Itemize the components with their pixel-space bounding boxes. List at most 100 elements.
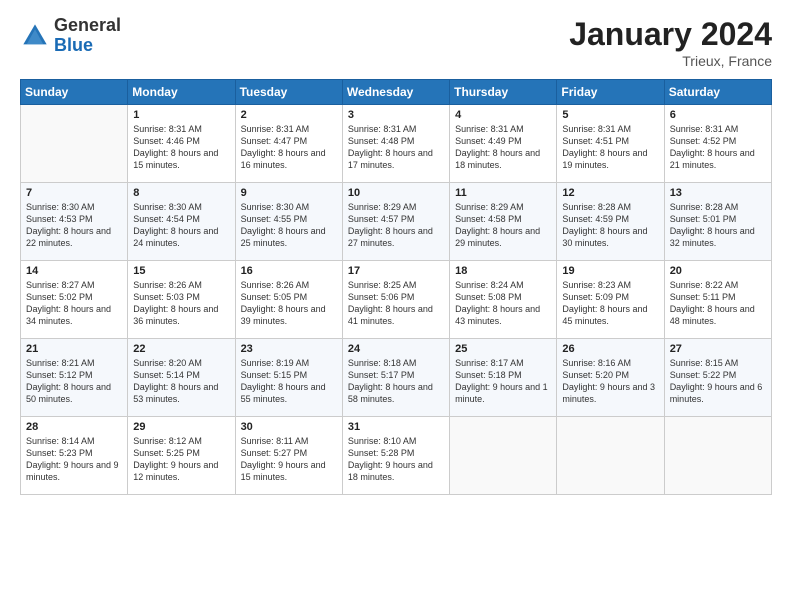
week-row-1: 1 Sunrise: 8:31 AMSunset: 4:46 PMDaylight… bbox=[21, 105, 772, 183]
cell-info: Sunrise: 8:26 AMSunset: 5:03 PMDaylight:… bbox=[133, 279, 229, 328]
calendar-cell: 16Sunrise: 8:26 AMSunset: 5:05 PMDayligh… bbox=[235, 261, 342, 339]
weekday-header-row: SundayMondayTuesdayWednesdayThursdayFrid… bbox=[21, 80, 772, 105]
calendar-cell: 13Sunrise: 8:28 AMSunset: 5:01 PMDayligh… bbox=[664, 183, 771, 261]
cell-info: Sunrise: 8:31 AMSunset: 4:47 PMDaylight:… bbox=[241, 123, 337, 172]
day-number: 27 bbox=[670, 343, 766, 355]
calendar-cell: 31Sunrise: 8:10 AMSunset: 5:28 PMDayligh… bbox=[342, 417, 449, 495]
cell-info: Sunrise: 8:28 AMSunset: 4:59 PMDaylight:… bbox=[562, 201, 658, 250]
calendar-cell: 2 Sunrise: 8:31 AMSunset: 4:47 PMDaylight… bbox=[235, 105, 342, 183]
calendar-cell: 29 Sunrise: 8:12 AMSunset: 5:25 PMDayligh… bbox=[128, 417, 235, 495]
header: General Blue January 2024 Trieux, France bbox=[20, 16, 772, 69]
calendar-cell: 17Sunrise: 8:25 AMSunset: 5:06 PMDayligh… bbox=[342, 261, 449, 339]
calendar-cell: 24 Sunrise: 8:18 AMSunset: 5:17 PMDayligh… bbox=[342, 339, 449, 417]
cell-info: Sunrise: 8:24 AMSunset: 5:08 PMDaylight:… bbox=[455, 279, 551, 328]
day-number: 6 bbox=[670, 109, 766, 121]
logo: General Blue bbox=[20, 16, 121, 56]
day-number: 18 bbox=[455, 265, 551, 277]
calendar-cell: 21Sunrise: 8:21 AMSunset: 5:12 PMDayligh… bbox=[21, 339, 128, 417]
day-number: 12 bbox=[562, 187, 658, 199]
calendar-cell bbox=[664, 417, 771, 495]
cell-info: Sunrise: 8:14 AMSunset: 5:23 PMDaylight:… bbox=[26, 435, 122, 484]
page: General Blue January 2024 Trieux, France… bbox=[0, 0, 792, 612]
cell-info: Sunrise: 8:31 AMSunset: 4:51 PMDaylight:… bbox=[562, 123, 658, 172]
cell-info: Sunrise: 8:27 AMSunset: 5:02 PMDaylight:… bbox=[26, 279, 122, 328]
cell-info: Sunrise: 8:31 AMSunset: 4:48 PMDaylight:… bbox=[348, 123, 444, 172]
cell-info: Sunrise: 8:31 AMSunset: 4:49 PMDaylight:… bbox=[455, 123, 551, 172]
weekday-header-saturday: Saturday bbox=[664, 80, 771, 105]
calendar-cell: 27 Sunrise: 8:15 AMSunset: 5:22 PMDayligh… bbox=[664, 339, 771, 417]
calendar-cell: 11 Sunrise: 8:29 AMSunset: 4:58 PMDayligh… bbox=[450, 183, 557, 261]
day-number: 20 bbox=[670, 265, 766, 277]
week-row-2: 7 Sunrise: 8:30 AMSunset: 4:53 PMDaylight… bbox=[21, 183, 772, 261]
weekday-header-thursday: Thursday bbox=[450, 80, 557, 105]
day-number: 3 bbox=[348, 109, 444, 121]
calendar-cell bbox=[557, 417, 664, 495]
day-number: 26 bbox=[562, 343, 658, 355]
cell-info: Sunrise: 8:16 AMSunset: 5:20 PMDaylight:… bbox=[562, 357, 658, 406]
calendar-cell: 14 Sunrise: 8:27 AMSunset: 5:02 PMDayligh… bbox=[21, 261, 128, 339]
day-number: 10 bbox=[348, 187, 444, 199]
day-number: 14 bbox=[26, 265, 122, 277]
day-number: 4 bbox=[455, 109, 551, 121]
calendar-cell: 30 Sunrise: 8:11 AMSunset: 5:27 PMDayligh… bbox=[235, 417, 342, 495]
weekday-header-monday: Monday bbox=[128, 80, 235, 105]
calendar-cell: 19Sunrise: 8:23 AMSunset: 5:09 PMDayligh… bbox=[557, 261, 664, 339]
calendar-cell: 4 Sunrise: 8:31 AMSunset: 4:49 PMDaylight… bbox=[450, 105, 557, 183]
day-number: 24 bbox=[348, 343, 444, 355]
calendar-cell: 10 Sunrise: 8:29 AMSunset: 4:57 PMDayligh… bbox=[342, 183, 449, 261]
cell-info: Sunrise: 8:31 AMSunset: 4:52 PMDaylight:… bbox=[670, 123, 766, 172]
cell-info: Sunrise: 8:29 AMSunset: 4:58 PMDaylight:… bbox=[455, 201, 551, 250]
calendar-table: SundayMondayTuesdayWednesdayThursdayFrid… bbox=[20, 79, 772, 495]
day-number: 15 bbox=[133, 265, 229, 277]
calendar-cell: 3 Sunrise: 8:31 AMSunset: 4:48 PMDaylight… bbox=[342, 105, 449, 183]
calendar-cell: 12 Sunrise: 8:28 AMSunset: 4:59 PMDayligh… bbox=[557, 183, 664, 261]
day-number: 9 bbox=[241, 187, 337, 199]
title-block: January 2024 Trieux, France bbox=[569, 16, 772, 69]
cell-info: Sunrise: 8:22 AMSunset: 5:11 PMDaylight:… bbox=[670, 279, 766, 328]
day-number: 13 bbox=[670, 187, 766, 199]
cell-info: Sunrise: 8:30 AMSunset: 4:54 PMDaylight:… bbox=[133, 201, 229, 250]
cell-info: Sunrise: 8:30 AMSunset: 4:53 PMDaylight:… bbox=[26, 201, 122, 250]
day-number: 11 bbox=[455, 187, 551, 199]
day-number: 30 bbox=[241, 421, 337, 433]
logo-icon bbox=[20, 21, 50, 51]
cell-info: Sunrise: 8:30 AMSunset: 4:55 PMDaylight:… bbox=[241, 201, 337, 250]
weekday-header-wednesday: Wednesday bbox=[342, 80, 449, 105]
day-number: 23 bbox=[241, 343, 337, 355]
cell-info: Sunrise: 8:31 AMSunset: 4:46 PMDaylight:… bbox=[133, 123, 229, 172]
day-number: 1 bbox=[133, 109, 229, 121]
calendar-cell: 28 Sunrise: 8:14 AMSunset: 5:23 PMDayligh… bbox=[21, 417, 128, 495]
weekday-header-friday: Friday bbox=[557, 80, 664, 105]
day-number: 7 bbox=[26, 187, 122, 199]
logo-general-text: General bbox=[54, 16, 121, 36]
week-row-5: 28 Sunrise: 8:14 AMSunset: 5:23 PMDayligh… bbox=[21, 417, 772, 495]
day-number: 21 bbox=[26, 343, 122, 355]
day-number: 25 bbox=[455, 343, 551, 355]
cell-info: Sunrise: 8:11 AMSunset: 5:27 PMDaylight:… bbox=[241, 435, 337, 484]
day-number: 17 bbox=[348, 265, 444, 277]
cell-info: Sunrise: 8:18 AMSunset: 5:17 PMDaylight:… bbox=[348, 357, 444, 406]
day-number: 29 bbox=[133, 421, 229, 433]
cell-info: Sunrise: 8:15 AMSunset: 5:22 PMDaylight:… bbox=[670, 357, 766, 406]
day-number: 22 bbox=[133, 343, 229, 355]
cell-info: Sunrise: 8:29 AMSunset: 4:57 PMDaylight:… bbox=[348, 201, 444, 250]
day-number: 16 bbox=[241, 265, 337, 277]
month-title: January 2024 bbox=[569, 16, 772, 53]
day-number: 8 bbox=[133, 187, 229, 199]
calendar-cell: 25 Sunrise: 8:17 AMSunset: 5:18 PMDayligh… bbox=[450, 339, 557, 417]
calendar-cell: 22Sunrise: 8:20 AMSunset: 5:14 PMDayligh… bbox=[128, 339, 235, 417]
calendar-cell: 18 Sunrise: 8:24 AMSunset: 5:08 PMDayligh… bbox=[450, 261, 557, 339]
location: Trieux, France bbox=[569, 53, 772, 69]
week-row-4: 21Sunrise: 8:21 AMSunset: 5:12 PMDayligh… bbox=[21, 339, 772, 417]
week-row-3: 14 Sunrise: 8:27 AMSunset: 5:02 PMDayligh… bbox=[21, 261, 772, 339]
day-number: 28 bbox=[26, 421, 122, 433]
logo-text: General Blue bbox=[54, 16, 121, 56]
calendar-cell: 15 Sunrise: 8:26 AMSunset: 5:03 PMDayligh… bbox=[128, 261, 235, 339]
day-number: 2 bbox=[241, 109, 337, 121]
day-number: 5 bbox=[562, 109, 658, 121]
calendar-cell: 7 Sunrise: 8:30 AMSunset: 4:53 PMDaylight… bbox=[21, 183, 128, 261]
cell-info: Sunrise: 8:12 AMSunset: 5:25 PMDaylight:… bbox=[133, 435, 229, 484]
calendar-cell: 8 Sunrise: 8:30 AMSunset: 4:54 PMDaylight… bbox=[128, 183, 235, 261]
day-number: 31 bbox=[348, 421, 444, 433]
cell-info: Sunrise: 8:17 AMSunset: 5:18 PMDaylight:… bbox=[455, 357, 551, 406]
